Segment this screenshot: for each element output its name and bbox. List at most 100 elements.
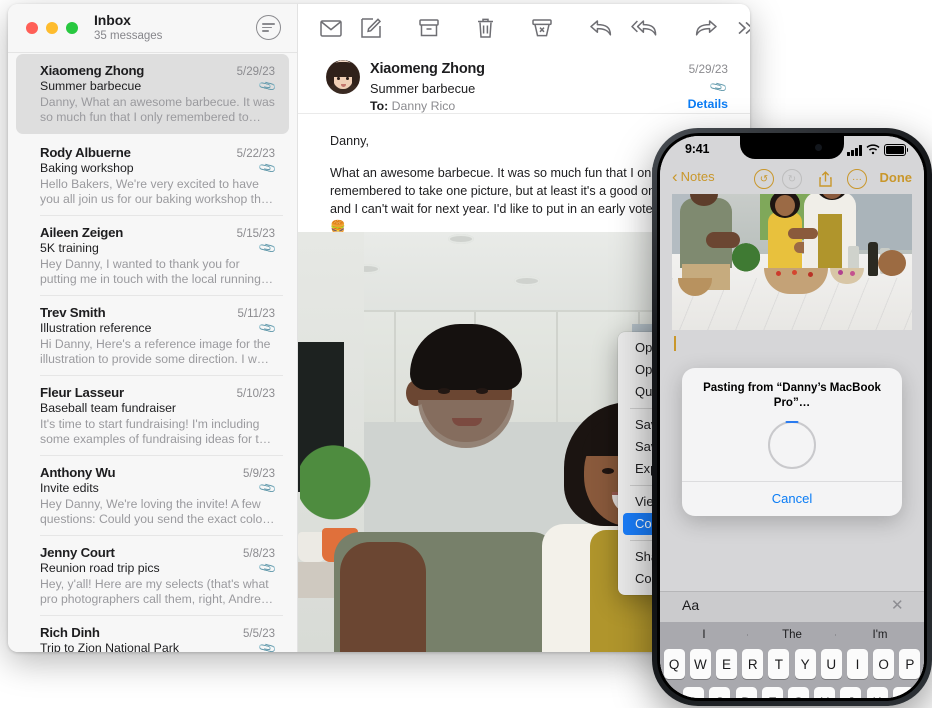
message-sender-name: Jenny Court [40,545,115,560]
note-photo-man [680,194,740,290]
archive-icon[interactable] [419,15,439,41]
keyboard-key[interactable]: A [683,687,705,698]
close-icon[interactable]: ✕ [891,598,906,613]
paste-dialog: Pasting from “Danny’s MacBook Pro”… Canc… [682,368,902,516]
loading-spinner-icon [768,421,816,469]
message-preview: Hey, y'all! Here are my selects (that's … [40,577,269,606]
phone-notch [740,136,844,159]
message-sender-name: Xiaomeng Zhong [40,63,145,78]
keyboard-key[interactable]: O [873,649,895,679]
paperclip-icon: 📎 [257,557,278,579]
keyboard-key[interactable]: W [689,649,711,679]
message-subject: Summer barbecue [40,79,142,93]
keyboard-row-2: ASDFGHJKL [660,687,924,698]
message-list-item[interactable]: Jenny Court 5/8/23 Reunion road trip pics 📎… [8,536,297,616]
message-list-item[interactable]: Anthony Wu 5/9/23 Invite edits 📎 Hey Danny, … [8,456,297,536]
keyboard-key[interactable]: D [735,687,757,698]
mailbox-icon[interactable] [320,15,342,41]
cancel-button[interactable]: Cancel [682,482,902,516]
message-preview: Danny, What an awesome barbecue. It was … [40,95,275,124]
share-icon[interactable] [815,169,835,189]
junk-icon[interactable] [532,15,552,41]
paste-dialog-title: Pasting from “Danny’s MacBook Pro”… [703,382,881,409]
more-icon[interactable]: ··· [847,169,867,189]
message-subject: Baseball team fundraiser [40,401,177,415]
keyboard-key[interactable]: H [814,687,836,698]
keyboard-key[interactable]: L [892,687,914,698]
keyboard-key[interactable]: Q [663,649,685,679]
phone-bezel: 9:41 ‹ Notes ↺ ↻ ··· Done Aa ✕ I The I'm… [657,133,927,701]
status-indicators [847,144,909,156]
message-list-item[interactable]: Trev Smith 5/11/23 Illustration reference 📎… [8,296,297,376]
message-list-item[interactable]: Rich Dinh 5/5/23 Trip to Zion National Par… [8,616,297,652]
prediction-suggestion[interactable]: I'm [836,629,924,641]
mail-sidebar: Inbox 35 messages Xiaomeng Zhong 5/29/23 S… [8,4,298,652]
text-caret [674,336,676,351]
keyboard-key[interactable]: Y [794,649,816,679]
undo-icon[interactable]: ↺ [754,169,774,189]
keyboard-key[interactable]: U [820,649,842,679]
keyboard-key[interactable]: J [840,687,862,698]
reply-all-icon[interactable] [631,15,657,41]
message-list-item[interactable]: Fleur Lasseur 5/10/23 Baseball team fundra… [8,376,297,456]
keyboard-key[interactable]: F [761,687,783,698]
message-sender-name: Aileen Zeigen [40,225,124,240]
minimize-window-button[interactable] [46,22,58,34]
message-subject: Reunion road trip pics [40,561,160,575]
paperclip-icon: 📎 [257,237,278,259]
mail-window: Inbox 35 messages Xiaomeng Zhong 5/29/23 S… [8,4,750,652]
message-subject: Trip to Zion National Park [40,641,179,652]
keyboard-key[interactable]: G [788,687,809,698]
paperclip-icon: 📎 [257,317,278,339]
message-preview: Hey Danny, I wanted to thank you for put… [40,257,261,286]
paperclip-icon: 📎 [257,75,278,97]
paperclip-icon: 📎 [708,76,729,98]
format-bar: Aa ✕ [660,591,924,622]
done-button[interactable]: Done [880,170,913,185]
message-sender-name: Fleur Lasseur [40,385,124,400]
compose-icon[interactable] [361,15,381,41]
message-preview: Hi Danny, Here's a reference image for t… [40,337,274,366]
reply-icon[interactable] [590,15,612,41]
message-list-item[interactable]: Rody Albuerne 5/22/23 Baking workshop 📎 Hell… [8,136,297,216]
message-subject: Illustration reference [40,321,152,335]
keyboard-key[interactable]: R [742,649,764,679]
close-window-button[interactable] [26,22,38,34]
message-sender-name: Rody Albuerne [40,145,131,160]
message-list-item[interactable]: Aileen Zeigen 5/15/23 5K training 📎 Hey Dann… [8,216,297,296]
maximize-window-button[interactable] [66,22,78,34]
back-label: Notes [680,169,715,184]
message-sender-name: Trev Smith [40,305,106,320]
message-date: 5/10/23 [236,388,275,400]
wifi-icon [866,144,880,156]
message-subject: 5K training [40,241,99,255]
back-to-notes-button[interactable]: ‹ Notes [672,168,715,185]
message-preview: Hey Danny, We're loving the invite! A fe… [40,497,267,526]
prediction-suggestion[interactable]: I [660,629,748,641]
keyboard-key[interactable]: I [846,649,868,679]
message-sender-name: Anthony Wu [40,465,116,480]
note-attached-photo[interactable] [672,194,912,330]
keyboard-key[interactable]: K [866,687,888,698]
message-list[interactable]: Xiaomeng Zhong 5/29/23 Summer barbecue 📎 Dan… [8,52,297,652]
keyboard-key[interactable]: E [716,649,738,679]
battery-icon [884,144,909,156]
message-subject: Invite edits [40,481,99,495]
text-format-button[interactable]: Aa [682,597,699,613]
message-list-item[interactable]: Xiaomeng Zhong 5/29/23 Summer barbecue 📎 Dan… [16,54,289,134]
filter-icon[interactable] [256,15,281,40]
prediction-suggestion[interactable]: The [748,629,836,641]
to-value: Danny Rico [391,99,456,113]
keyboard-key[interactable]: S [709,687,731,698]
keyboard-key[interactable]: T [768,649,790,679]
iphone-device: 9:41 ‹ Notes ↺ ↻ ··· Done Aa ✕ I The I'm… [652,128,932,706]
more-icon[interactable] [736,15,750,41]
details-link[interactable]: Details [688,97,728,111]
keyboard-key[interactable]: P [899,649,921,679]
page-title: Inbox [94,12,131,28]
onscreen-keyboard[interactable]: ITheI'm QWERTYUIOP ASDFGHJKL ⬆ZXCVBNM⌫ 1… [660,621,924,698]
photo-person-man [334,324,564,652]
phone-screen: 9:41 ‹ Notes ↺ ↻ ··· Done Aa ✕ I The I'm… [660,136,924,698]
trash-icon[interactable] [477,15,494,41]
forward-icon[interactable] [695,15,717,41]
